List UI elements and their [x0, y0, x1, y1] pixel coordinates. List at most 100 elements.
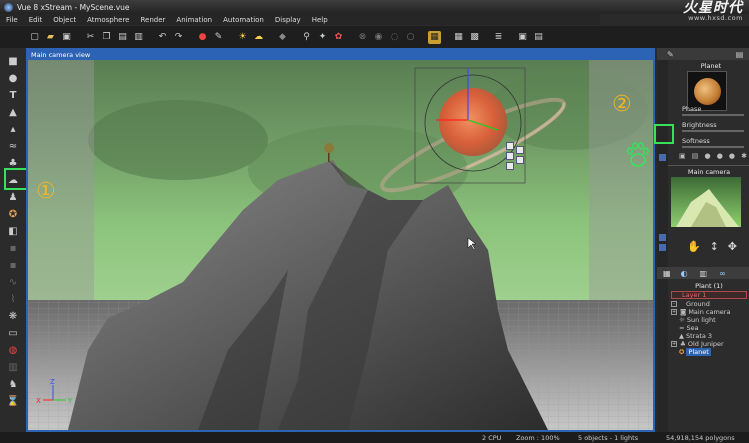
wireframe-icon[interactable]: ▩ [468, 31, 481, 44]
tree-expand-box[interactable]: + [671, 309, 677, 315]
spline-object-icon[interactable]: ∿ [5, 275, 21, 289]
tree-item-old-juniper[interactable]: + ♣ Old Juniper [671, 340, 724, 348]
stats-icon[interactable]: ▥ [5, 360, 21, 374]
tree-item-planet[interactable]: ✪ Planet [671, 348, 711, 356]
tree-item-strata[interactable]: ▲ Strata 3 [671, 332, 712, 340]
open-file-icon[interactable]: ▰ [44, 31, 57, 44]
phase-slider[interactable] [682, 114, 744, 116]
menu-atmosphere[interactable]: Atmosphere [87, 16, 129, 24]
softness-label: Softness [682, 137, 710, 145]
tree-expand-box[interactable]: + [671, 341, 677, 347]
menu-help[interactable]: Help [312, 16, 328, 24]
camera-preview[interactable] [671, 177, 741, 227]
terrain-object-icon[interactable]: ▲ [5, 105, 21, 119]
group-icon[interactable]: ◉ [372, 31, 385, 44]
orbit-icon[interactable]: ✥ [728, 240, 737, 253]
snap-icon[interactable]: ◌ [388, 31, 401, 44]
cube-object-icon[interactable]: ■ [5, 54, 21, 68]
dots-icon-4[interactable]: ✱ [741, 152, 747, 162]
brightness-slider[interactable] [682, 130, 744, 132]
save-file-icon[interactable]: ▣ [60, 31, 73, 44]
brightness-label: Brightness [682, 121, 717, 129]
camera-tool-icon[interactable]: ⚲ [300, 31, 313, 44]
side-strip-tool-2[interactable] [659, 234, 666, 241]
menu-file[interactable]: File [6, 16, 18, 24]
brush-icon[interactable]: ✎ [212, 31, 225, 44]
menu-object[interactable]: Object [53, 16, 76, 24]
viewport-layout-icon[interactable]: ▦ [428, 30, 441, 44]
delete-icon[interactable]: ▥ [132, 31, 145, 44]
mini-tool-5[interactable] [506, 162, 514, 170]
copy-icon[interactable]: ❐ [100, 31, 113, 44]
tree-item-layer[interactable]: Layer 1 [671, 291, 747, 299]
layers-tab-icon[interactable]: ▦ [663, 269, 671, 278]
pan-hand-icon[interactable]: ✋ [687, 240, 701, 253]
grid-view-icon[interactable]: ▦ [452, 31, 465, 44]
menu-display[interactable]: Display [275, 16, 301, 24]
new-file-icon[interactable]: ▢ [28, 31, 41, 44]
menu-animation[interactable]: Animation [176, 16, 212, 24]
dots-icon-3[interactable]: ● [729, 152, 735, 162]
menu-edit[interactable]: Edit [29, 16, 43, 24]
link-icon[interactable]: ⊗ [356, 31, 369, 44]
object-panel-tab-icon[interactable]: ✎ [667, 50, 674, 59]
tree-item-main-camera[interactable]: + ◙ Main camera [671, 308, 730, 316]
cut-icon[interactable]: ✂ [84, 31, 97, 44]
object-panel-buttons: ▣ ▤ ● ● ● ✱ [679, 152, 747, 162]
main-camera-viewport[interactable]: Z X Y Main camera view [26, 48, 655, 432]
camera-nav-controls: ✋ ↕ ✥ [687, 234, 737, 258]
menu-automation[interactable]: Automation [223, 16, 264, 24]
tree-item-ground[interactable]: - Ground [671, 300, 710, 308]
atmosphere-cloud-icon[interactable]: ☁ [252, 31, 265, 44]
mini-tool-2[interactable] [516, 146, 524, 154]
dolly-icon[interactable]: ↕ [710, 240, 719, 253]
undo-icon[interactable]: ↶ [156, 31, 169, 44]
side-strip-tool-1[interactable] [659, 154, 666, 161]
water-object-icon[interactable]: ≈ [5, 139, 21, 153]
mini-tool-1[interactable] [506, 142, 514, 150]
text-object-icon[interactable]: T [5, 88, 21, 102]
library-tab-icon[interactable]: ▥ [700, 269, 708, 278]
render-area-icon[interactable]: ◍ [5, 343, 21, 357]
animation-icon[interactable]: ♞ [5, 377, 21, 391]
mini-tool-3[interactable] [506, 152, 514, 160]
light-tool-icon[interactable]: ✦ [316, 31, 329, 44]
menu-render[interactable]: Render [140, 16, 165, 24]
object-mini-toolbar[interactable] [506, 142, 526, 174]
atmosphere-sun-icon[interactable]: ☀ [236, 31, 249, 44]
paste-icon[interactable]: ▤ [116, 31, 129, 44]
link-tab-icon[interactable]: ∞ [719, 269, 726, 278]
world-tab-icon[interactable]: ◐ [681, 269, 688, 278]
sphere-object-icon[interactable]: ● [5, 71, 21, 85]
color-palette-icon[interactable]: ✿ [332, 31, 345, 44]
align-icon[interactable]: ○ [404, 31, 417, 44]
terrain-tool-icon[interactable]: ≣ [492, 31, 505, 44]
tree-item-sun-light[interactable]: ☼ Sun light [671, 316, 716, 324]
mini-tool-4[interactable] [516, 156, 524, 164]
tree-expand-box[interactable]: - [671, 301, 677, 307]
side-strip-tool-3[interactable] [659, 244, 666, 251]
rocks-object-icon[interactable]: ▴ [5, 122, 21, 136]
metablob-object-icon[interactable]: ▪ [5, 258, 21, 272]
render-icon[interactable]: ▣ [516, 31, 529, 44]
render-settings-icon[interactable]: ▤ [532, 31, 545, 44]
dots-icon-1[interactable]: ● [704, 152, 710, 162]
object-type-icon[interactable]: ▤ [692, 152, 699, 162]
material-icon[interactable]: ● [196, 31, 209, 44]
path-object-icon[interactable]: ⌇ [5, 292, 21, 306]
render-cube-icon[interactable]: ◆ [276, 31, 289, 44]
group-object-icon[interactable]: ▪ [5, 241, 21, 255]
camera-object-icon[interactable]: ▭ [5, 326, 21, 340]
annotation-one: ① [36, 179, 56, 204]
planet-object-icon[interactable]: ✪ [5, 207, 21, 221]
material-editor-icon[interactable]: ▣ [679, 152, 686, 162]
timeline-icon[interactable]: ⌛ [5, 394, 21, 408]
boolean-object-icon[interactable]: ◧ [5, 224, 21, 238]
tree-item-sea[interactable]: ≈ Sea [671, 324, 699, 332]
redo-icon[interactable]: ↷ [172, 31, 185, 44]
dots-icon-2[interactable]: ● [717, 152, 723, 162]
softness-slider[interactable] [682, 146, 744, 148]
light-object-icon[interactable]: ♟ [5, 190, 21, 204]
panel-settings-icon[interactable]: ▤ [736, 50, 744, 59]
ecosystem-icon[interactable]: ❋ [5, 309, 21, 323]
